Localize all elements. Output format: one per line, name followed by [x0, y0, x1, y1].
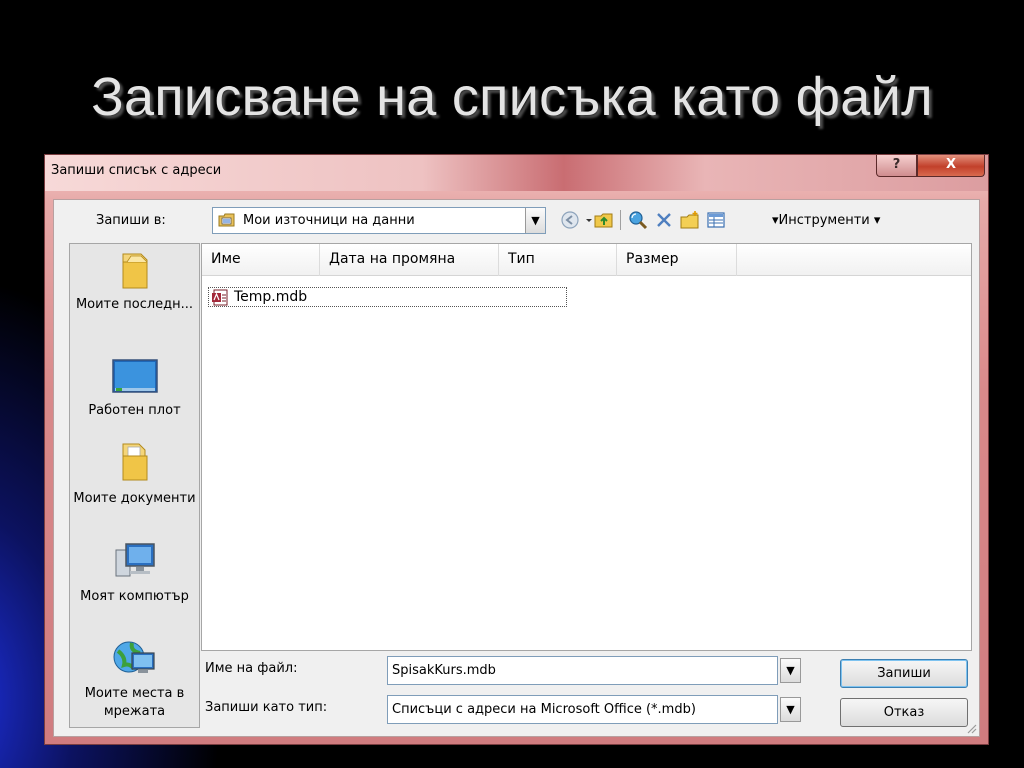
delete-icon[interactable]	[654, 210, 674, 230]
column-date-modified[interactable]: Дата на промяна	[320, 244, 499, 276]
dialog-title: Запиши списък с адреси	[51, 163, 222, 178]
place-label: Работен плот	[88, 403, 181, 418]
filetype-value: Списъци с адреси на Microsoft Office (*.…	[392, 702, 696, 717]
column-size[interactable]: Размер	[617, 244, 737, 276]
dialog-titlebar[interactable]: Запиши списък с адреси ? X	[45, 155, 988, 191]
file-list[interactable]: Име Дата на промяна Тип Размер Temp.mdb	[201, 243, 972, 651]
file-name: Temp.mdb	[234, 289, 308, 305]
chevron-down-icon[interactable]: ▼	[525, 208, 545, 233]
column-type[interactable]: Тип	[499, 244, 617, 276]
save-in-value: Мои източници на данни	[243, 213, 415, 228]
computer-icon	[115, 543, 155, 577]
save-in-label: Запиши в:	[96, 213, 166, 228]
help-button[interactable]: ?	[876, 155, 917, 177]
cancel-button[interactable]: Отказ	[840, 698, 968, 727]
dialog-client-area: Запиши в: Мои източници на данни ▼ ▾Инст…	[53, 199, 980, 737]
place-label: Моят компютър	[80, 589, 189, 604]
access-database-icon	[212, 289, 228, 306]
network-places-icon	[113, 641, 155, 673]
place-computer[interactable]: Моят компютър	[70, 542, 199, 606]
filename-label: Име на файл:	[205, 661, 298, 676]
place-recent[interactable]: Моите последн...	[70, 250, 199, 314]
place-network[interactable]: Моите места в мрежата	[70, 639, 199, 721]
tools-menu[interactable]: ▾Инструменти ▾	[772, 213, 880, 228]
save-button[interactable]: Запиши	[840, 659, 968, 688]
up-folder-icon[interactable]	[594, 210, 614, 230]
place-desktop[interactable]: Работен плот	[70, 358, 199, 420]
filetype-label: Запиши като тип:	[205, 700, 328, 715]
place-documents[interactable]: Моите документи	[70, 440, 199, 508]
place-label: Моите места в мрежата	[84, 686, 185, 719]
save-in-combobox[interactable]: Мои източници на данни ▼	[212, 207, 546, 234]
back-dropdown-icon[interactable]	[584, 210, 594, 230]
close-button[interactable]: X	[917, 155, 985, 177]
file-item[interactable]: Temp.mdb	[208, 287, 567, 307]
place-label: Моите документи	[73, 491, 196, 506]
filename-value: SpisakKurs.mdb	[392, 663, 496, 678]
back-icon[interactable]	[560, 210, 580, 230]
recent-folder-icon	[122, 253, 147, 289]
filetype-select[interactable]: Списъци с адреси на Microsoft Office (*.…	[387, 695, 778, 724]
data-sources-folder-icon	[218, 213, 235, 227]
search-web-icon[interactable]	[628, 210, 648, 230]
views-icon[interactable]	[706, 210, 726, 230]
filetype-dropdown[interactable]: ▼	[780, 697, 801, 722]
column-name[interactable]: Име	[202, 244, 320, 276]
desktop-icon	[111, 359, 158, 393]
toolbar-separator	[620, 210, 621, 230]
slide-title: Записване на списъка като файл	[91, 67, 933, 127]
save-address-list-dialog: Запиши списък с адреси ? X Запиши в: Мои…	[44, 154, 989, 745]
place-label: Моите последн...	[75, 297, 194, 312]
filename-field[interactable]: SpisakKurs.mdb	[387, 656, 778, 685]
resize-grip-icon[interactable]	[965, 722, 977, 734]
new-folder-icon[interactable]	[680, 210, 700, 230]
places-bar: Моите последн... Работен плот Моите доку…	[69, 243, 200, 728]
documents-folder-icon	[122, 443, 147, 481]
column-header: Име Дата на промяна Тип Размер	[202, 244, 971, 276]
filename-dropdown[interactable]: ▼	[780, 658, 801, 683]
